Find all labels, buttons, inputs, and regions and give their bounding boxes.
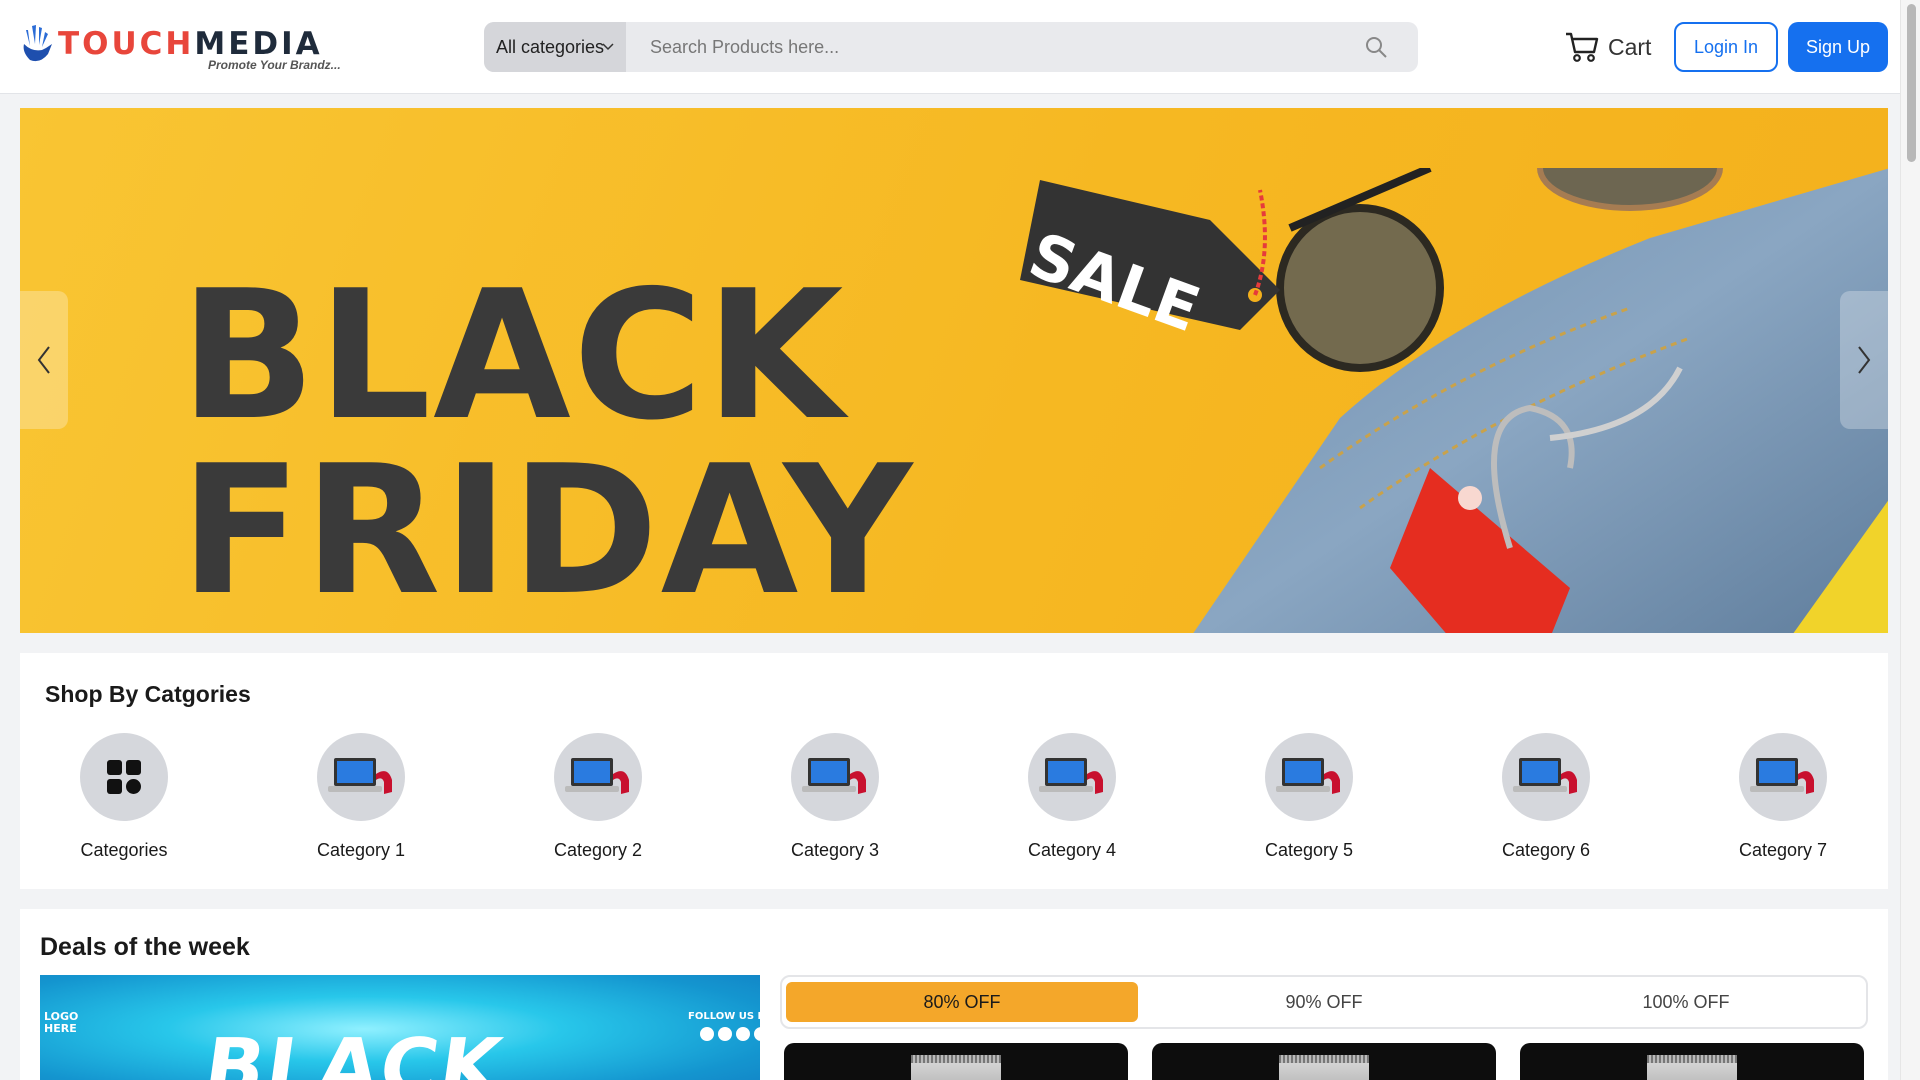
category-item-7[interactable]: Category 7 xyxy=(1713,733,1853,873)
category-icon-circle xyxy=(1265,733,1353,821)
category-label: Category 5 xyxy=(1264,840,1354,860)
tab-90-off[interactable]: 90% OFF xyxy=(1148,982,1500,1022)
brand-wordmark-part1: TOUCH xyxy=(58,26,195,62)
tab-100-off[interactable]: 100% OFF xyxy=(1510,982,1862,1022)
category-label: Categories xyxy=(80,840,168,860)
product-image xyxy=(1279,1055,1369,1080)
cart-link[interactable]: Cart xyxy=(1564,26,1651,68)
hero-headline-line2: FRIDAY xyxy=(180,427,915,633)
category-icon-circle xyxy=(80,733,168,821)
search-input[interactable] xyxy=(626,22,1346,72)
hand-logo-icon xyxy=(23,25,52,62)
hero-carousel: SALE BLACK FRIDAY xyxy=(20,108,1888,633)
deals-promo-banner[interactable]: LOGO HERE FOLLOW US NOW BLACK xyxy=(40,975,760,1080)
category-item-2[interactable]: Category 2 xyxy=(528,733,668,873)
category-icon-circle xyxy=(1739,733,1827,821)
carousel-prev-button[interactable] xyxy=(20,291,68,429)
category-icon-circle xyxy=(791,733,879,821)
facebook-icon xyxy=(700,1027,714,1041)
category-dropdown[interactable]: All categories xyxy=(484,22,626,72)
laptop-headphones-icon xyxy=(1513,758,1577,794)
chevron-right-icon xyxy=(1858,346,1871,374)
laptop-headphones-icon xyxy=(328,758,392,794)
instagram-icon xyxy=(754,1027,760,1041)
scrollbar-thumb[interactable] xyxy=(1907,4,1916,162)
deal-product-card[interactable] xyxy=(1152,1043,1496,1080)
youtube-icon xyxy=(736,1027,750,1041)
category-item-all[interactable]: Categories xyxy=(54,733,194,873)
page-scrollbar[interactable] xyxy=(1900,0,1920,1080)
hero-headline: BLACK FRIDAY xyxy=(180,252,915,633)
grid-icon xyxy=(107,760,141,794)
product-image xyxy=(911,1055,1001,1080)
category-label: Category 3 xyxy=(790,840,880,860)
promo-follow-text: FOLLOW US NOW xyxy=(688,1011,760,1022)
brand-logo[interactable]: TOUCHMEDIA Promote Your Brandz... xyxy=(18,20,348,76)
categories-row: Categories Category 1 Category 2 Categor… xyxy=(20,733,1888,873)
category-label: Category 2 xyxy=(553,840,643,860)
chevron-down-icon xyxy=(602,43,614,51)
laptop-headphones-icon xyxy=(1039,758,1103,794)
product-image xyxy=(1647,1055,1737,1080)
category-label: Category 1 xyxy=(316,840,406,860)
category-item-5[interactable]: Category 5 xyxy=(1239,733,1379,873)
category-icon-circle xyxy=(554,733,642,821)
brand-wordmark: TOUCHMEDIA xyxy=(58,26,323,62)
laptop-headphones-icon xyxy=(1276,758,1340,794)
deal-product-card[interactable] xyxy=(784,1043,1128,1080)
signup-button[interactable]: Sign Up xyxy=(1788,22,1888,72)
shop-by-categories-section: Shop By Catgories Categories Category 1 … xyxy=(20,653,1888,889)
category-dropdown-label: All categories xyxy=(496,37,605,57)
tab-80-off[interactable]: 80% OFF xyxy=(786,982,1138,1022)
laptop-headphones-icon xyxy=(1750,758,1814,794)
category-item-1[interactable]: Category 1 xyxy=(291,733,431,873)
category-label: Category 4 xyxy=(1027,840,1117,860)
discount-tabs: 80% OFF 90% OFF 100% OFF xyxy=(780,975,1868,1029)
search-icon xyxy=(1366,37,1387,58)
laptop-headphones-icon xyxy=(802,758,866,794)
login-button[interactable]: Login In xyxy=(1674,22,1778,72)
search-bar: All categories xyxy=(484,22,1418,72)
laptop-headphones-icon xyxy=(565,758,629,794)
brand-tagline: Promote Your Brandz... xyxy=(208,58,341,72)
category-item-3[interactable]: Category 3 xyxy=(765,733,905,873)
site-header: TOUCHMEDIA Promote Your Brandz... All ca… xyxy=(0,0,1900,94)
cart-label: Cart xyxy=(1608,33,1652,60)
search-button[interactable] xyxy=(1354,30,1398,64)
brand-wordmark-part2: MEDIA xyxy=(194,26,323,62)
deal-product-card[interactable] xyxy=(1520,1043,1864,1080)
promo-headline: BLACK xyxy=(198,1023,509,1080)
promo-logo: LOGO HERE xyxy=(44,1011,78,1035)
category-label: Category 7 xyxy=(1738,840,1828,860)
deals-heading: Deals of the week xyxy=(40,933,250,961)
twitter-icon xyxy=(718,1027,732,1041)
chevron-left-icon xyxy=(37,346,50,374)
carousel-next-button[interactable] xyxy=(1840,291,1888,429)
categories-heading: Shop By Catgories xyxy=(45,681,251,707)
deals-of-the-week-section: Deals of the week LOGO HERE FOLLOW US NO… xyxy=(20,909,1888,1080)
category-icon-circle xyxy=(1028,733,1116,821)
category-icon-circle xyxy=(1502,733,1590,821)
cart-icon xyxy=(1566,32,1599,62)
promo-social-icons xyxy=(700,1027,760,1041)
category-label: Category 6 xyxy=(1501,840,1591,860)
hero-headline-line1: BLACK xyxy=(180,252,846,459)
category-icon-circle xyxy=(317,733,405,821)
promo-logo-line2: HERE xyxy=(44,1022,77,1035)
category-item-6[interactable]: Category 6 xyxy=(1476,733,1616,873)
category-item-4[interactable]: Category 4 xyxy=(1002,733,1142,873)
